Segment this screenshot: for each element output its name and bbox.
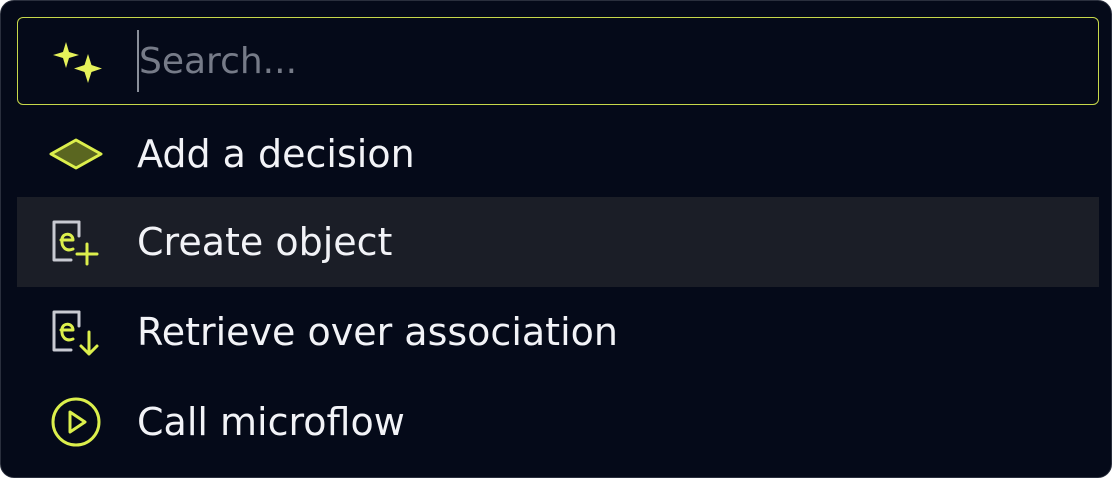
menu-item-label: Retrieve over association	[137, 310, 618, 354]
menu-item-create-object[interactable]: Create object	[17, 197, 1099, 287]
menu-item-call-microflow[interactable]: Call microflow	[17, 377, 1099, 467]
menu-item-label: Call microflow	[137, 400, 405, 444]
menu-item-label: Add a decision	[137, 132, 415, 176]
search-input[interactable]	[136, 32, 1039, 90]
menu-item-label: Create object	[137, 220, 393, 264]
search-box[interactable]	[17, 17, 1099, 105]
create-object-icon	[52, 220, 99, 266]
action-picker-panel: Add a decision Create object Retrieve ov…	[0, 0, 1112, 478]
menu-item-retrieve-over-association[interactable]: Retrieve over association	[17, 287, 1099, 377]
retrieve-object-icon	[52, 310, 99, 356]
sparkles-icon	[53, 42, 102, 83]
play-circle-icon	[51, 397, 101, 447]
menu-item-add-decision[interactable]: Add a decision	[17, 109, 1099, 199]
decision-diamond-icon	[49, 138, 103, 170]
